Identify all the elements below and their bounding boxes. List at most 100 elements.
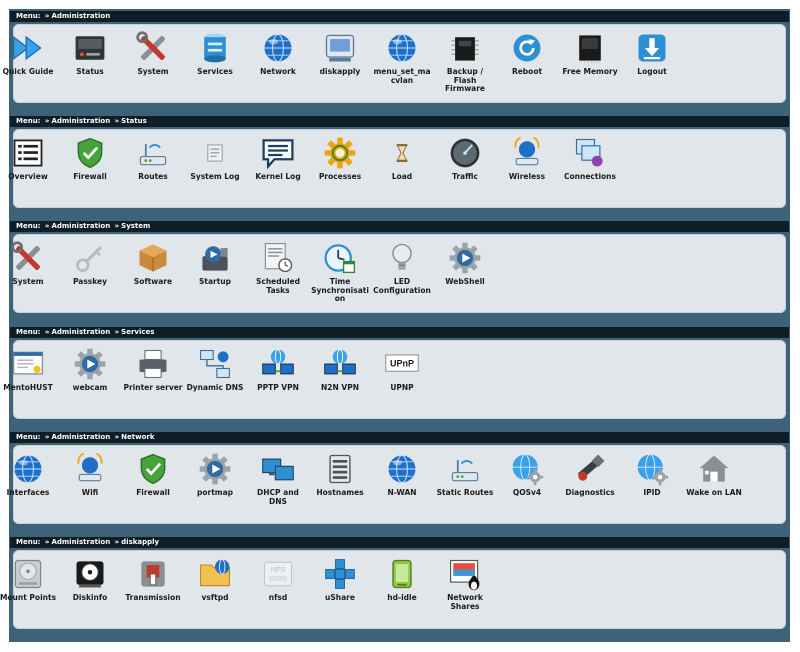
diagnostics-icon (572, 451, 608, 487)
breadcrumb-link[interactable]: Services (121, 328, 154, 336)
menu-item-label: QOSv4 (512, 488, 542, 497)
menu-item-system[interactable]: System (0, 240, 58, 287)
section-breadcrumb: Menu: » Administration » Network (10, 432, 789, 443)
menu-item-diskapply[interactable]: diskapply (310, 30, 370, 77)
router-icon (135, 135, 171, 171)
menu-item-reboot[interactable]: Reboot (497, 30, 557, 77)
menu-item-static-routes[interactable]: Static Routes (435, 451, 495, 498)
menu-item-label: Wireless (508, 172, 546, 181)
breadcrumb-link[interactable]: Network (121, 433, 154, 441)
menu-item-time-synchronisation[interactable]: Time Synchronisation (310, 240, 370, 304)
hourglass-icon (384, 135, 420, 171)
section-breadcrumb: Menu: » Administration » Status (10, 116, 789, 127)
nfs-badge-text: NFS (271, 565, 286, 574)
menu-item-hostnames[interactable]: Hostnames (310, 451, 370, 498)
menu-item-webshell[interactable]: WebShell (435, 240, 495, 287)
menu-item-pptp-vpn[interactable]: PPTP VPN (248, 346, 308, 393)
menu-prefix: Menu: (16, 328, 41, 336)
breadcrumb-link[interactable]: Administration (51, 12, 110, 20)
menu-item-label: Transmission (125, 593, 181, 602)
globe-icon (384, 30, 420, 66)
menu-item-system-log[interactable]: System Log (185, 135, 245, 182)
menu-item-n-wan[interactable]: N-WAN (372, 451, 432, 498)
menu-item-network[interactable]: Network (248, 30, 308, 77)
menu-item-label: Interfaces (6, 488, 50, 497)
breadcrumb-link[interactable]: diskapply (121, 538, 159, 546)
globe-icon (260, 30, 296, 66)
menu-item-logout[interactable]: Logout (622, 30, 682, 77)
menu-item-wireless[interactable]: Wireless (497, 135, 557, 182)
menu-item-qosv4[interactable]: QOSv4 (497, 451, 557, 498)
menu-item-diagnostics[interactable]: Diagnostics (560, 451, 620, 498)
menu-item-vsftpd[interactable]: vsftpd (185, 556, 245, 603)
menu-item-routes[interactable]: Routes (123, 135, 183, 182)
menu-item-quick-guide[interactable]: Quick Guide (0, 30, 58, 77)
menu-item-portmap[interactable]: portmap (185, 451, 245, 498)
monitors-icon (260, 451, 296, 487)
menu-item-transmission[interactable]: Transmission (123, 556, 183, 603)
menu-item-firewall[interactable]: Firewall (60, 135, 120, 182)
menu-item-n2n-vpn[interactable]: N2N VPN (310, 346, 370, 393)
breadcrumb-link[interactable]: Administration (51, 433, 110, 441)
menu-item-nfsd[interactable]: NFS nfsd (248, 556, 308, 603)
menu-item-processes[interactable]: Processes (310, 135, 370, 182)
menu-item-kernel-log[interactable]: Kernel Log (248, 135, 308, 182)
menu-item-hd-idle[interactable]: hd-idle (372, 556, 432, 603)
menu-item-printer-server[interactable]: Printer server (123, 346, 183, 393)
folder-globe-icon (197, 556, 233, 592)
section-breadcrumb: Menu: » Administration » System (10, 221, 789, 232)
menu-item-webcam[interactable]: webcam (60, 346, 120, 393)
breadcrumb-link[interactable]: System (121, 222, 150, 230)
breadcrumb-link[interactable]: Status (121, 117, 147, 125)
section-icon-panel: Interfaces Wifi Firewall portmap DHCP and DN… (7, 445, 786, 524)
menu-item-wifi[interactable]: Wifi (60, 451, 120, 498)
tools-icon (135, 30, 171, 66)
menu-item-led-configuration[interactable]: LED Configuration (372, 240, 432, 295)
menu-item-diskinfo[interactable]: Diskinfo (60, 556, 120, 603)
menu-item-label: Load (391, 172, 413, 181)
menu-item-scheduled-tasks[interactable]: Scheduled Tasks (248, 240, 308, 295)
menu-item-interfaces[interactable]: Interfaces (0, 451, 58, 498)
menu-item-status[interactable]: Status (60, 30, 120, 77)
menu-item-mount-points[interactable]: Mount Points (0, 556, 58, 603)
menu-item-overview[interactable]: Overview (0, 135, 58, 182)
speech-bubble-icon (260, 135, 296, 171)
breadcrumb-link[interactable]: Administration (51, 222, 110, 230)
menu-item-ushare[interactable]: uShare (310, 556, 370, 603)
menu-item-dhcp-and-dns[interactable]: DHCP and DNS (248, 451, 308, 506)
menu-item-label: PPTP VPN (257, 383, 299, 392)
menu-item-label: Connections (564, 172, 616, 181)
breadcrumb-link[interactable]: Administration (51, 117, 110, 125)
menu-item-traffic[interactable]: Traffic (435, 135, 495, 182)
menu-item-software[interactable]: Software (123, 240, 183, 287)
menu-item-mentohust[interactable]: MentoHUST (0, 346, 58, 393)
breadcrumb-separator: » (44, 12, 50, 20)
router-icon (447, 451, 483, 487)
menu-item-startup[interactable]: Startup (185, 240, 245, 287)
menu-item-system[interactable]: System (123, 30, 183, 77)
blocks-icon (322, 556, 358, 592)
memory-icon (572, 30, 608, 66)
menu-item-free-memory[interactable]: Free Memory (560, 30, 620, 77)
breadcrumb-separator: » (114, 538, 120, 546)
menu-item-label: Diskinfo (72, 593, 108, 602)
menu-item-passkey[interactable]: Passkey (60, 240, 120, 287)
menu-item-ipid[interactable]: IPID (622, 451, 682, 498)
menu-item-menu-set-macvlan[interactable]: menu_set_macvlan (372, 30, 432, 85)
startup-icon (197, 240, 233, 276)
menu-item-backup-flash-firmware[interactable]: Backup / Flash Firmware (435, 30, 495, 94)
wireless-icon (72, 451, 108, 487)
menu-item-firewall[interactable]: Firewall (123, 451, 183, 498)
globe-gear-icon (634, 451, 670, 487)
menu-item-services[interactable]: Services (185, 30, 245, 77)
menu-item-network-shares[interactable]: Network Shares (435, 556, 495, 611)
breadcrumb-link[interactable]: Administration (51, 328, 110, 336)
menu-item-dynamic-dns[interactable]: Dynamic DNS (185, 346, 245, 393)
menu-item-connections[interactable]: Connections (560, 135, 620, 182)
menu-item-upnp[interactable]: UPnP UPNP (372, 346, 432, 393)
breadcrumb-link[interactable]: Administration (51, 538, 110, 546)
menu-item-load[interactable]: Load (372, 135, 432, 182)
menu-item-label: LED Configuration (373, 277, 431, 295)
section-icon-panel: Mount Points Diskinfo Transmission vsftpd NF… (0, 550, 786, 629)
menu-item-wake-on-lan[interactable]: Wake on LAN (684, 451, 744, 498)
